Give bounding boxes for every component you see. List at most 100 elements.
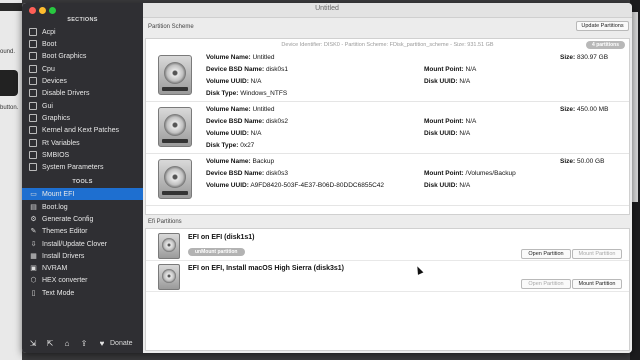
tool-item-install-update-clover[interactable]: ⇩ Install/Update Clover xyxy=(22,238,143,250)
partition-count-badge: 4 partitions xyxy=(586,41,625,49)
open-partition-button[interactable]: Open Partition xyxy=(521,279,571,289)
bsd-name-value: disk0s1 xyxy=(265,66,289,73)
zoom-button[interactable] xyxy=(49,7,56,14)
sidebar: SECTIONS Acpi Boot Boot Graphics Cpu Dev… xyxy=(22,3,143,353)
sidebar-item-label: System Parameters xyxy=(42,163,104,171)
background-text: ound. xyxy=(0,49,16,55)
tools-header: TOOLS xyxy=(72,179,93,185)
tool-item-label: Install/Update Clover xyxy=(42,240,107,248)
tool-item-label: Boot.log xyxy=(42,203,68,211)
drivers-icon: ▦ xyxy=(30,253,37,260)
hard-drive-icon xyxy=(158,233,180,259)
tool-item-mount-efi[interactable]: ▭ Mount EFI xyxy=(22,188,143,200)
size-label: Size: xyxy=(560,106,576,113)
mount-point-label: Mount Point: xyxy=(424,66,464,73)
donate-label[interactable]: Donate xyxy=(110,340,133,347)
close-button[interactable] xyxy=(29,7,36,14)
efi-title: EFI on EFI, Install macOS High Sierra (d… xyxy=(188,265,344,272)
mount-point-value: N/A xyxy=(465,66,477,73)
tool-item-label: HEX converter xyxy=(42,276,88,284)
main-panel: Partition Scheme Update Partitions Devic… xyxy=(143,18,632,353)
donate-icon[interactable]: ♥ xyxy=(96,339,108,348)
tool-item-label: Generate Config xyxy=(42,215,94,223)
document-icon: ▤ xyxy=(30,204,37,211)
tool-item-themes-editor[interactable]: ✎ Themes Editor xyxy=(22,225,143,237)
volume-name-value: Backup xyxy=(252,158,275,165)
disk-uuid-label: Disk UUID: xyxy=(424,78,458,85)
tool-item-label: NVRAM xyxy=(42,264,68,272)
tool-item-label: Mount EFI xyxy=(42,190,75,198)
section-icon xyxy=(29,114,37,122)
tool-item-hex-converter[interactable]: ⬡ HEX converter xyxy=(22,274,143,286)
sidebar-item-devices[interactable]: Devices xyxy=(22,75,143,87)
tool-item-text-mode[interactable]: ▯ Text Mode xyxy=(22,287,143,299)
mount-partition-button[interactable]: Mount Partition xyxy=(572,279,622,289)
tool-item-boot-log[interactable]: ▤ Boot.log xyxy=(22,201,143,213)
gear-icon: ⚙ xyxy=(30,216,37,223)
text-icon: ▯ xyxy=(31,290,36,297)
disk-uuid-label: Disk UUID: xyxy=(424,182,458,189)
partition-row[interactable]: Volume Name: Untitled Device BSD Name: d… xyxy=(146,103,629,154)
volume-name-value: Untitled xyxy=(252,54,275,61)
sidebar-item-boot[interactable]: Boot xyxy=(22,38,143,50)
size-value: 50.00 GB xyxy=(576,158,605,165)
sidebar-item-label: Rt Variables xyxy=(42,139,80,147)
sidebar-item-rt-variables[interactable]: Rt Variables xyxy=(22,137,143,149)
disk-type-value: 0x27 xyxy=(240,142,255,149)
hard-drive-icon xyxy=(158,264,180,290)
sidebar-item-smbios[interactable]: SMBIOS xyxy=(22,149,143,161)
sidebar-item-label: Acpi xyxy=(42,28,56,36)
sidebar-item-kernel-kext-patches[interactable]: Kernel and Kext Patches xyxy=(22,124,143,136)
partition-list: Device Identifier: DISK0 - Partition Sch… xyxy=(145,38,630,215)
efi-title: EFI on EFI (disk1s1) xyxy=(188,234,255,241)
sidebar-item-cpu[interactable]: Cpu xyxy=(22,63,143,75)
hard-drive-icon xyxy=(158,55,192,95)
share-icon[interactable]: ⇪ xyxy=(78,339,90,348)
sidebar-item-label: Cpu xyxy=(42,65,55,73)
sidebar-item-system-parameters[interactable]: System Parameters xyxy=(22,161,143,173)
bsd-name-value: disk0s2 xyxy=(265,118,289,125)
volume-name-label: Volume Name: xyxy=(206,106,251,113)
sidebar-item-acpi[interactable]: Acpi xyxy=(22,26,143,38)
section-icon xyxy=(29,89,37,97)
minimize-button[interactable] xyxy=(39,7,46,14)
mount-partition-button[interactable]: Mount Partition xyxy=(572,249,622,259)
disk-uuid-value: N/A xyxy=(459,182,471,189)
efi-row[interactable]: EFI on EFI, Install macOS High Sierra (d… xyxy=(146,261,629,292)
partition-row[interactable]: Volume Name: Untitled Device BSD Name: d… xyxy=(146,51,629,102)
sidebar-item-graphics[interactable]: Graphics xyxy=(22,112,143,124)
volume-name-value: Untitled xyxy=(252,106,275,113)
chip-icon: ▣ xyxy=(30,265,37,272)
open-partition-button[interactable]: Open Partition xyxy=(521,249,571,259)
background-dark-shape xyxy=(0,70,18,96)
sidebar-item-gui[interactable]: Gui xyxy=(22,100,143,112)
sidebar-item-label: Boot xyxy=(42,40,57,48)
tool-item-label: Install Drivers xyxy=(42,252,85,260)
sidebar-item-disable-drivers[interactable]: Disable Drivers xyxy=(22,87,143,99)
efi-row[interactable]: EFI on EFI (disk1s1) unMount partition O… xyxy=(146,230,629,261)
volume-name-label: Volume Name: xyxy=(206,158,251,165)
disk-uuid-value: N/A xyxy=(459,130,471,137)
brush-icon: ✎ xyxy=(30,228,37,235)
tool-item-nvram[interactable]: ▣ NVRAM xyxy=(22,262,143,274)
tool-item-generate-config[interactable]: ⚙ Generate Config xyxy=(22,213,143,225)
section-icon xyxy=(29,139,37,147)
export-icon[interactable]: ⇱ xyxy=(44,339,56,348)
section-icon xyxy=(29,77,37,85)
sidebar-item-label: Gui xyxy=(42,102,53,110)
bsd-name-label: Device BSD Name: xyxy=(206,118,265,125)
partition-row[interactable]: Volume Name: Backup Device BSD Name: dis… xyxy=(146,155,629,206)
hard-drive-icon xyxy=(158,159,192,199)
sidebar-item-boot-graphics[interactable]: Boot Graphics xyxy=(22,50,143,62)
volume-uuid-value: A9FD8420-503F-4E37-B06D-80DDC6855C42 xyxy=(250,182,384,189)
update-partitions-button[interactable]: Update Partitions xyxy=(576,21,629,31)
app-window: Untitled SECTIONS Acpi Boot Boot Graphic… xyxy=(22,3,632,353)
import-icon[interactable]: ⇲ xyxy=(27,339,39,348)
disk-uuid-value: N/A xyxy=(459,78,471,85)
unmount-partition-button[interactable]: unMount partition xyxy=(188,248,245,256)
disk-type-value: Windows_NTFS xyxy=(240,90,288,97)
disk-uuid-label: Disk UUID: xyxy=(424,130,458,137)
tool-item-install-drivers[interactable]: ▦ Install Drivers xyxy=(22,250,143,262)
background-text: button. xyxy=(0,105,19,111)
home-icon[interactable]: ⌂ xyxy=(61,339,73,348)
